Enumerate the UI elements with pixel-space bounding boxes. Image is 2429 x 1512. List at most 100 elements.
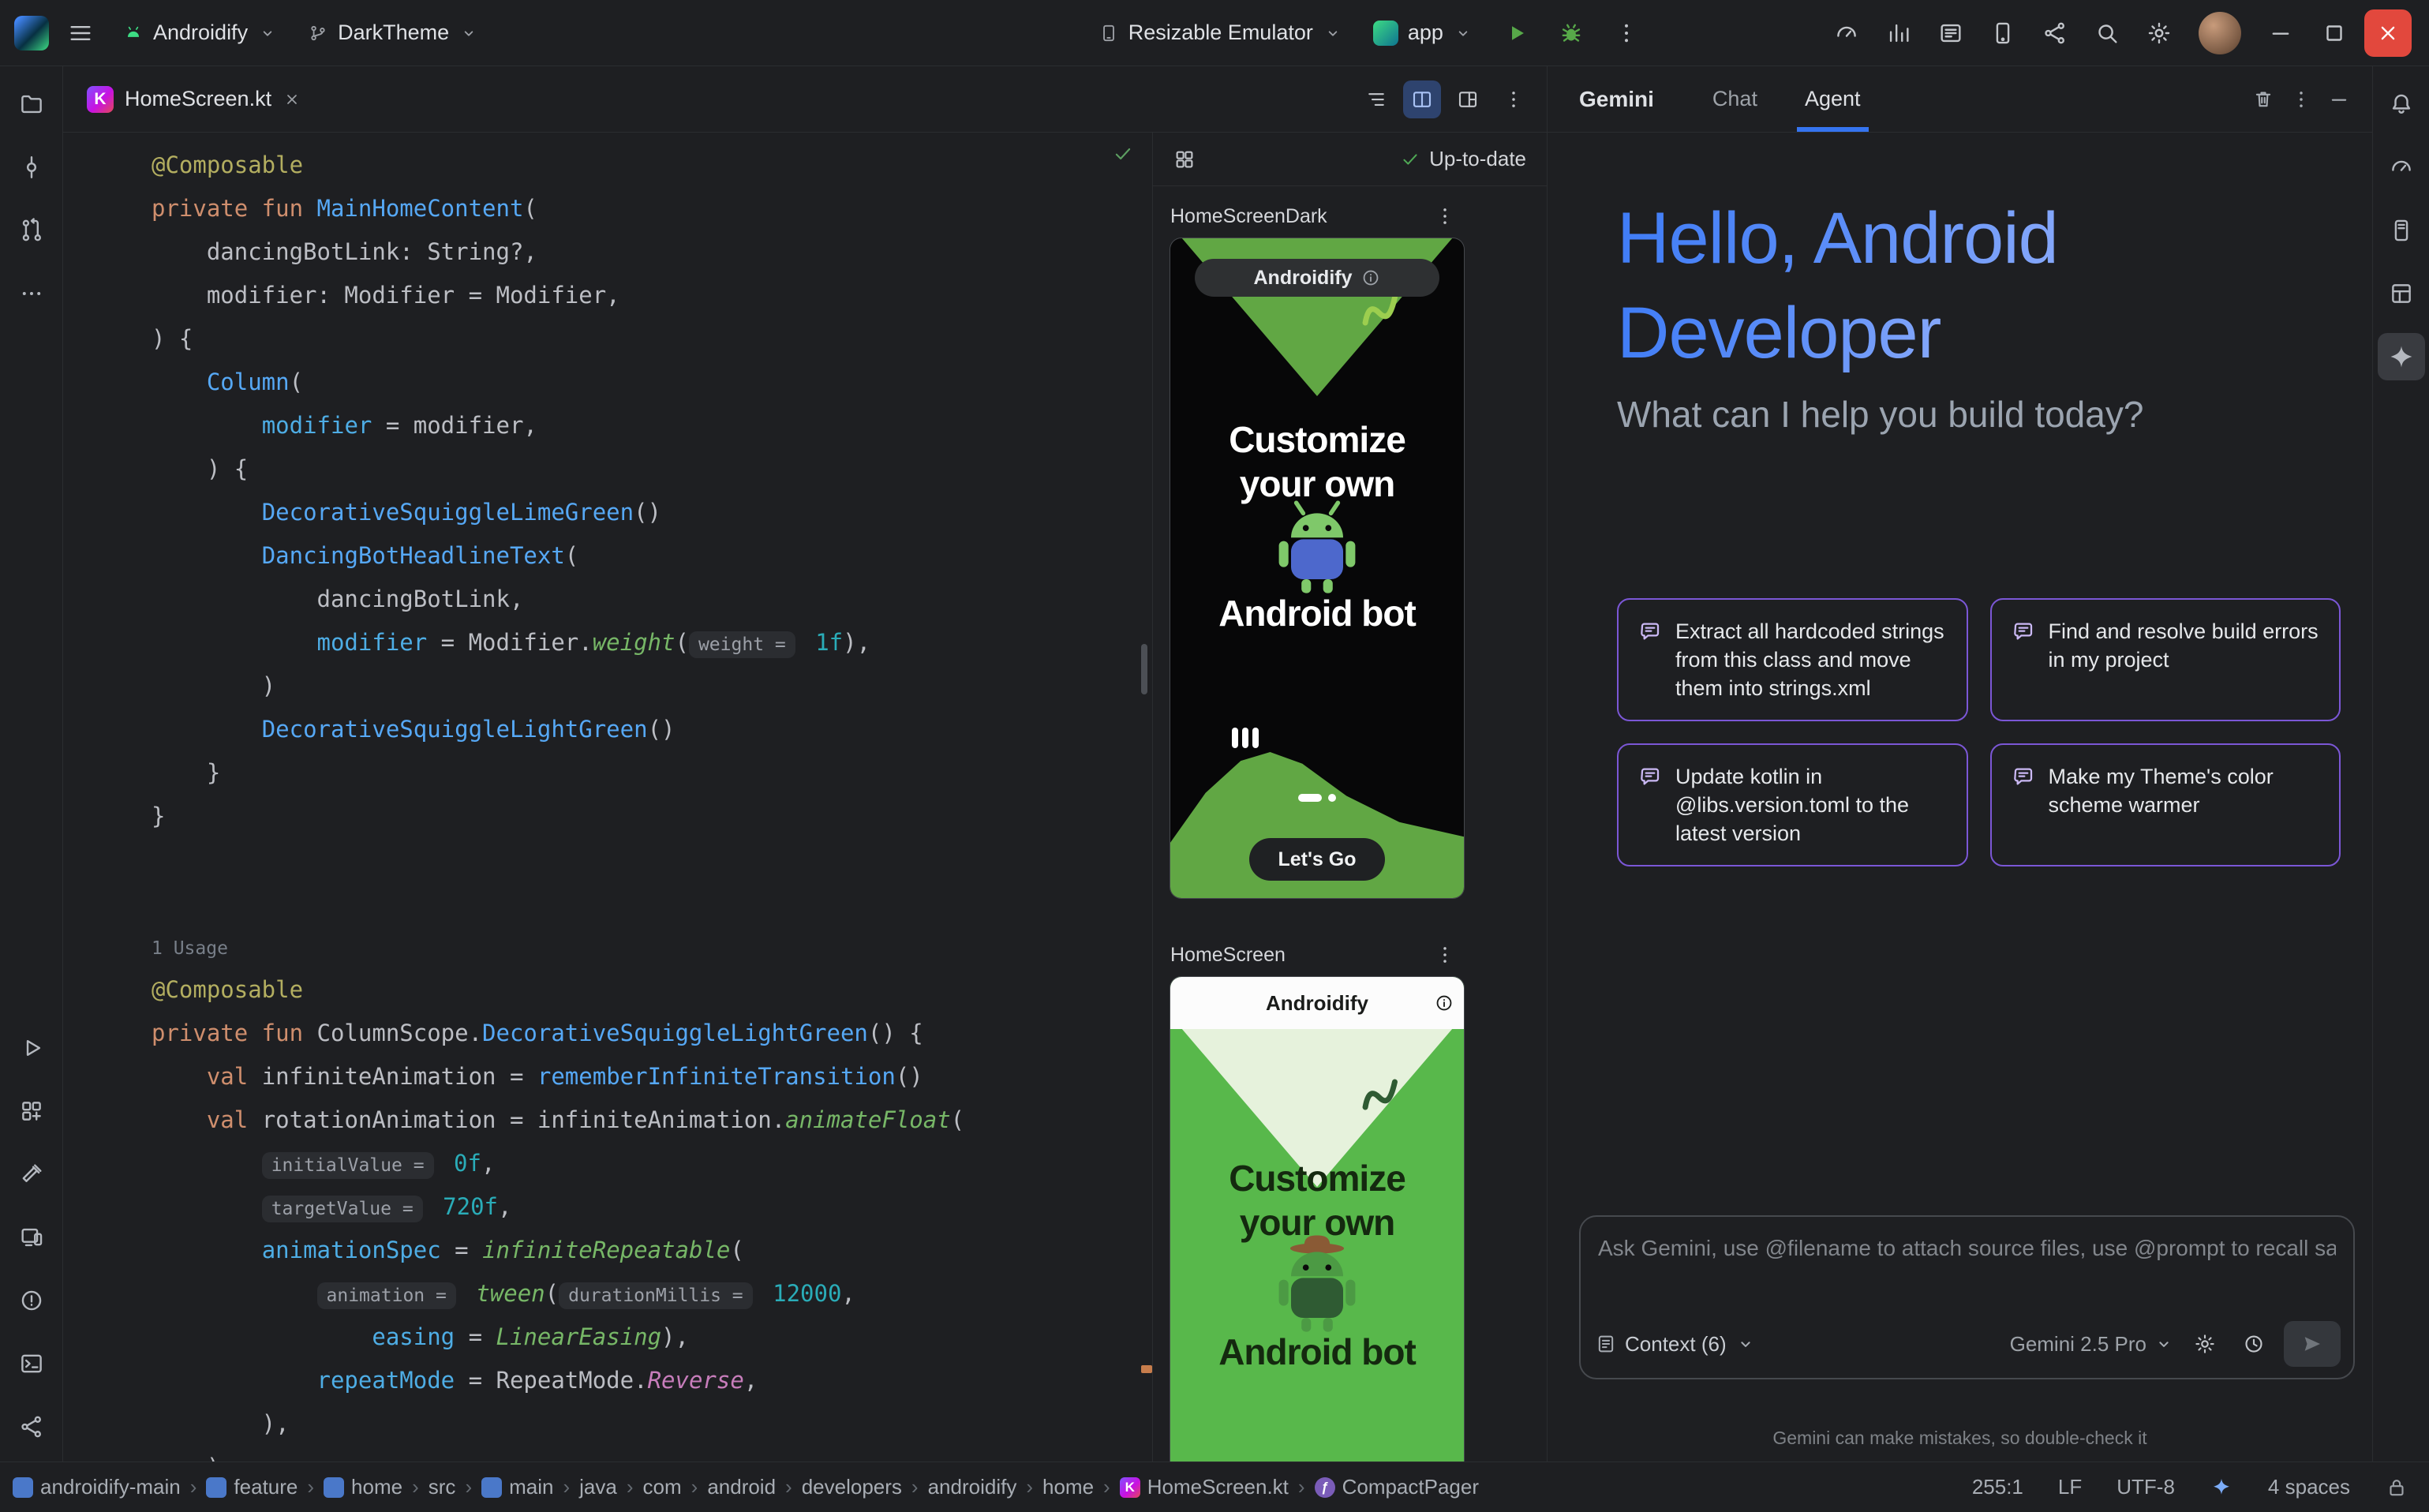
history-button[interactable] — [2235, 1325, 2273, 1363]
device-manager-icon[interactable] — [1979, 9, 2027, 57]
breadcrumb-item[interactable]: com — [643, 1475, 682, 1499]
gemini-panel-title: Gemini — [1579, 66, 1654, 132]
caret-position[interactable]: 255:1 — [1972, 1475, 2023, 1499]
breadcrumb-separator: › — [305, 1475, 316, 1499]
model-selector[interactable]: Gemini 2.5 Pro — [2010, 1332, 2175, 1357]
preview-menu-button[interactable] — [1426, 936, 1464, 974]
delete-conversation-button[interactable] — [2244, 80, 2282, 118]
breadcrumb-item[interactable]: home — [1042, 1475, 1094, 1499]
gemini-prompt-box[interactable]: Context (6) Gemini 2.5 Pro — [1579, 1215, 2355, 1379]
tab-chat[interactable]: Chat — [1705, 66, 1765, 132]
chat-bubble-icon — [2011, 619, 2036, 644]
file-encoding[interactable]: UTF-8 — [2116, 1475, 2175, 1499]
chevron-down-icon — [1323, 23, 1343, 43]
logcat-icon[interactable] — [1927, 9, 1974, 57]
gemini-prompt-input[interactable] — [1598, 1236, 2336, 1261]
chat-bubble-icon — [1637, 764, 1663, 789]
device-explorer-icon[interactable] — [2378, 207, 2425, 254]
search-icon[interactable] — [2083, 9, 2131, 57]
gemini-suggestion-card[interactable]: Update kotlin in @libs.version.toml to t… — [1617, 743, 1968, 866]
close-button[interactable] — [2364, 9, 2412, 57]
ai-spark-icon[interactable] — [2210, 1476, 2233, 1499]
breadcrumb-item[interactable]: src — [429, 1475, 456, 1499]
gemini-suggestion-card[interactable]: Make my Theme's color scheme warmer — [1990, 743, 2341, 866]
run-button[interactable] — [1492, 9, 1540, 57]
preview-homescreen-light[interactable]: Androidify Customize your own — [1170, 977, 1464, 1461]
split-editor-button[interactable] — [1403, 80, 1441, 118]
hide-panel-button[interactable] — [2320, 80, 2358, 118]
device-selector[interactable]: Resizable Emulator — [1087, 9, 1354, 57]
editor-layout-button[interactable] — [1449, 80, 1487, 118]
commit-icon[interactable] — [8, 144, 55, 191]
gemini-icon[interactable] — [2378, 333, 2425, 380]
breadcrumb-item[interactable]: java — [579, 1475, 617, 1499]
layout-inspector-icon[interactable] — [2378, 270, 2425, 317]
gemini-hero-subtitle: What can I help you build today? — [1617, 393, 2322, 436]
line-separator[interactable]: LF — [2058, 1475, 2082, 1499]
code-line: DecorativeSquiggleLightGreen() — [152, 708, 1152, 751]
minimize-button[interactable] — [2257, 9, 2304, 57]
send-button[interactable] — [2284, 1321, 2341, 1367]
right-sidebar — [2372, 66, 2429, 1461]
breadcrumb-item[interactable]: home — [324, 1475, 402, 1499]
breadcrumb-item[interactable]: androidify-main — [13, 1475, 181, 1499]
main-menu-button[interactable] — [57, 9, 104, 57]
project-selector[interactable]: Androidify — [112, 9, 289, 57]
context-selector[interactable]: Context (6) — [1595, 1332, 1757, 1357]
terminal-icon[interactable] — [8, 1340, 55, 1387]
run-config-selector[interactable]: app — [1362, 9, 1484, 57]
notifications-icon[interactable] — [2378, 80, 2425, 128]
preview-homescreen-dark[interactable]: Androidify Customize your own — [1170, 238, 1464, 898]
module-icon — [324, 1477, 344, 1498]
lock-icon[interactable] — [2385, 1476, 2408, 1499]
gemini-suggestion-card[interactable]: Find and resolve build errors in my proj… — [1990, 598, 2341, 721]
gemini-options-button[interactable] — [2282, 80, 2320, 118]
tab-agent[interactable]: Agent — [1797, 66, 1869, 132]
profiler-icon[interactable] — [2378, 144, 2425, 191]
indent-style[interactable]: 4 spaces — [2268, 1475, 2350, 1499]
avatar[interactable] — [2199, 12, 2241, 54]
maximize-button[interactable] — [2311, 9, 2358, 57]
breadcrumb-item[interactable]: developers — [802, 1475, 902, 1499]
build-icon[interactable] — [8, 1151, 55, 1198]
preview-gallery-button[interactable] — [1166, 140, 1203, 178]
version-control-icon[interactable] — [8, 1403, 55, 1450]
inspections-ok-icon[interactable] — [1111, 142, 1135, 170]
code-line: 1 Usage — [152, 925, 1152, 968]
gemini-settings-button[interactable] — [2186, 1325, 2224, 1363]
gemini-suggestion-card[interactable]: Extract all hardcoded strings from this … — [1617, 598, 1968, 721]
run-icon[interactable] — [8, 1024, 55, 1072]
more-actions-button[interactable] — [1603, 9, 1650, 57]
version-control-icon[interactable] — [2031, 9, 2079, 57]
tab-homescreen-kt[interactable]: HomeScreen.kt — [63, 66, 319, 132]
close-tab-icon[interactable] — [283, 90, 301, 109]
breadcrumb: androidify-main›feature›home›src›main›ja… — [13, 1475, 1479, 1499]
app-insights-icon[interactable] — [1875, 9, 1922, 57]
run-config-name: app — [1408, 21, 1443, 45]
tab-options-button[interactable] — [1495, 80, 1533, 118]
breadcrumb-item[interactable]: android — [707, 1475, 776, 1499]
code-line: Column( — [152, 361, 1152, 404]
breadcrumb-item[interactable]: CompactPager — [1315, 1475, 1479, 1499]
settings-icon[interactable] — [2135, 9, 2183, 57]
breadcrumb-item[interactable]: androidify — [928, 1475, 1017, 1499]
preview-menu-button[interactable] — [1426, 197, 1464, 235]
project-icon[interactable] — [8, 80, 55, 128]
breadcrumb-item[interactable]: HomeScreen.kt — [1120, 1475, 1289, 1499]
more-icon[interactable] — [8, 270, 55, 317]
services-icon[interactable] — [8, 1087, 55, 1135]
editor-scrollbar[interactable] — [1141, 644, 1147, 694]
breadcrumb-item[interactable]: main — [481, 1475, 553, 1499]
debug-button[interactable] — [1548, 9, 1595, 57]
profiler-icon[interactable] — [1823, 9, 1870, 57]
running-devices-icon[interactable] — [8, 1214, 55, 1261]
problems-icon[interactable] — [8, 1277, 55, 1324]
code-line: } — [152, 751, 1152, 795]
breadcrumb-separator: › — [463, 1475, 473, 1499]
pull-requests-icon[interactable] — [8, 207, 55, 254]
editor-structure-button[interactable] — [1357, 80, 1395, 118]
branch-selector[interactable]: DarkTheme — [297, 9, 490, 57]
breadcrumb-item[interactable]: feature — [206, 1475, 298, 1499]
module-icon — [206, 1477, 226, 1498]
code-editor[interactable]: @Composableprivate fun MainHomeContent( … — [63, 133, 1152, 1461]
